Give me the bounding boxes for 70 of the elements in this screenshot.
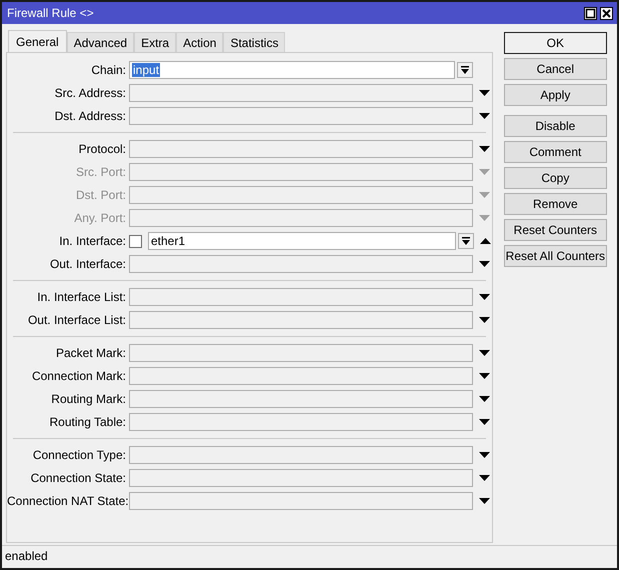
dialog-button[interactable]: Apply	[504, 84, 607, 106]
field-label: Connection NAT State:	[7, 494, 129, 508]
field-label: Out. Interface:	[48, 257, 127, 271]
field-label: Dst. Port:	[74, 188, 127, 202]
input-field[interactable]	[129, 209, 473, 227]
field-label: Routing Mark:	[50, 392, 127, 406]
dialog-button[interactable]: OK	[504, 32, 607, 54]
field-label: Out. Interface List:	[26, 313, 127, 327]
input-field[interactable]	[129, 140, 473, 158]
input-field[interactable]	[129, 469, 473, 487]
tab[interactable]: Advanced	[66, 32, 134, 52]
field-label: Src. Address:	[54, 86, 127, 100]
dropdown-arrow-icon[interactable]	[479, 475, 490, 481]
field-label: Connection State:	[30, 471, 127, 485]
input-field[interactable]	[129, 492, 473, 510]
input-field[interactable]	[129, 163, 473, 181]
dropdown-arrow-icon[interactable]	[479, 396, 490, 402]
dialog-button[interactable]: Comment	[504, 141, 607, 163]
dialog-button[interactable]: Remove	[504, 193, 607, 215]
tab[interactable]: Statistics	[223, 32, 286, 52]
dropdown-arrow-icon[interactable]	[479, 317, 490, 323]
tab[interactable]: General	[8, 30, 67, 52]
dialog-button[interactable]: Reset Counters	[504, 219, 607, 241]
field-label: Dst. Address:	[54, 109, 127, 123]
dropdown-arrow-icon[interactable]	[479, 146, 490, 152]
dialog-button[interactable]: Disable	[504, 115, 607, 137]
dropdown-arrow-icon[interactable]	[479, 113, 490, 119]
input-field[interactable]	[129, 255, 473, 273]
field-label: Chain:	[90, 63, 127, 77]
dropdown-arrow-icon[interactable]	[479, 350, 490, 356]
field-label: Src. Port:	[74, 165, 127, 179]
dropdown-arrow-icon[interactable]	[479, 294, 490, 300]
chain-field[interactable]: input	[129, 61, 455, 79]
input-field[interactable]	[129, 367, 473, 385]
close-icon[interactable]	[600, 6, 613, 20]
maximize-icon[interactable]	[584, 6, 597, 20]
dropdown-arrow-icon[interactable]	[479, 419, 490, 425]
dropdown-arrow-icon[interactable]	[479, 373, 490, 379]
input-field[interactable]	[129, 344, 473, 362]
dropdown-arrow-icon[interactable]	[479, 261, 490, 267]
input-field[interactable]	[129, 186, 473, 204]
field-label: Packet Mark:	[54, 346, 127, 360]
field-label: Connection Type:	[32, 448, 127, 462]
dialog-button[interactable]: Reset All Counters	[504, 245, 607, 267]
dropdown-button-icon[interactable]	[457, 62, 473, 78]
dialog-button[interactable]: Cancel	[504, 58, 607, 80]
tab[interactable]: Extra	[134, 32, 176, 52]
input-field[interactable]	[129, 390, 473, 408]
field-label: Connection Mark:	[30, 369, 127, 383]
input-field[interactable]	[129, 288, 473, 306]
tab[interactable]: Action	[176, 32, 224, 52]
dropdown-arrow-icon[interactable]	[479, 452, 490, 458]
interface-field[interactable]: ether1	[148, 232, 456, 250]
dialog-button[interactable]: Copy	[504, 167, 607, 189]
collapse-arrow-icon[interactable]	[480, 238, 491, 244]
field-label: In. Interface:	[58, 234, 127, 248]
field-label: Routing Table:	[48, 415, 127, 429]
dropdown-button-icon[interactable]	[458, 233, 474, 249]
field-label: Any. Port:	[73, 211, 127, 225]
dropdown-arrow-icon[interactable]	[479, 498, 490, 504]
invert-checkbox[interactable]	[129, 234, 142, 248]
field-label: Protocol:	[78, 142, 127, 156]
input-field[interactable]	[129, 84, 473, 102]
input-field[interactable]	[129, 413, 473, 431]
input-field[interactable]	[129, 311, 473, 329]
dropdown-arrow-icon[interactable]	[479, 90, 490, 96]
field-label: In. Interface List:	[36, 290, 127, 304]
input-field[interactable]	[129, 446, 473, 464]
input-field[interactable]	[129, 107, 473, 125]
window-title: Firewall Rule <>	[7, 6, 95, 20]
